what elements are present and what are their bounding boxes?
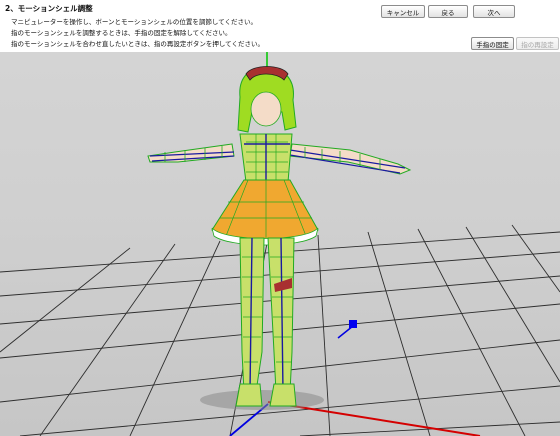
fix-fingers-button[interactable]: 手指の固定 [471,37,514,50]
character-shadow [200,390,324,410]
cancel-button[interactable]: キャンセル [381,5,425,18]
instruction-line-2: 指のモーションシェルを調整するときは、手指の固定を解除してください。 [11,29,232,37]
scene [0,52,560,436]
step-title: 2、モーションシェル調整 [5,4,93,13]
manipulator-handle[interactable] [349,320,357,328]
left-shoe [235,383,263,407]
character-model[interactable] [147,66,412,407]
instruction-line-3: 指のモーションシェルを合わせ直したいときは、指の再設定ボタンを押してください。 [11,40,264,48]
next-button[interactable]: 次へ [473,5,515,18]
instruction-line-1: マニピュレーターを操作し、ボーンとモーションシェルの位置を調節してください。 [11,18,258,26]
instruction-header: 2、モーションシェル調整 マニピュレーターを操作し、ボーンとモーションシェルの位… [0,0,560,52]
reset-fingers-button[interactable]: 指の再設定 [516,37,559,50]
face [250,91,282,127]
back-button[interactable]: 戻る [428,5,468,18]
skirt [211,179,319,240]
3d-viewport[interactable] [0,52,560,436]
right-shoe [269,383,297,407]
